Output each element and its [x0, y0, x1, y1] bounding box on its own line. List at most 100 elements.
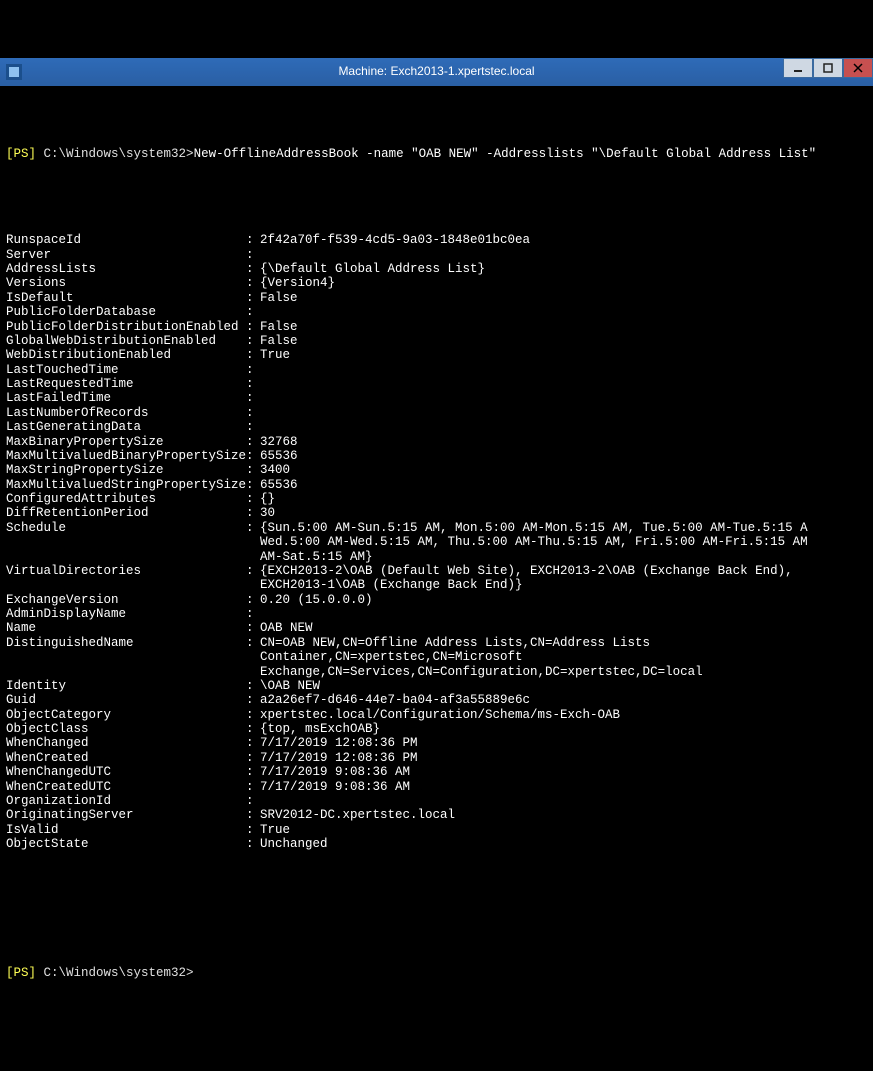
output-row: Server: [6, 248, 867, 262]
output-value: 7/17/2019 9:08:36 AM [260, 765, 867, 779]
output-colon: : [246, 391, 260, 405]
output-key: LastFailedTime [6, 391, 246, 405]
output-value [260, 406, 867, 420]
output-key: Identity [6, 679, 246, 693]
output-colon: : [246, 693, 260, 707]
output-colon: : [246, 348, 260, 362]
output-colon: : [246, 837, 260, 851]
output-value: a2a26ef7-d646-44e7-ba04-af3a55889e6c [260, 693, 867, 707]
output-row: Name: OAB NEW [6, 621, 867, 635]
output-row: MaxMultivaluedBinaryPropertySize: 65536 [6, 449, 867, 463]
output-row: WhenChanged: 7/17/2019 12:08:36 PM [6, 736, 867, 750]
output-row: WebDistributionEnabled: True [6, 348, 867, 362]
output-key: IsValid [6, 823, 246, 837]
output-continuation: AM-Sat.5:15 AM} [260, 550, 867, 564]
output-value: False [260, 334, 867, 348]
output-colon: : [246, 780, 260, 794]
output-key: VirtualDirectories [6, 564, 246, 578]
output-value [260, 248, 867, 262]
output-key: ObjectClass [6, 722, 246, 736]
output-key: WhenCreatedUTC [6, 780, 246, 794]
output-key: ConfiguredAttributes [6, 492, 246, 506]
output-row: DiffRetentionPeriod: 30 [6, 506, 867, 520]
output-row: LastGeneratingData: [6, 420, 867, 434]
output-key: OriginatingServer [6, 808, 246, 822]
output-key: ObjectCategory [6, 708, 246, 722]
window-titlebar: Machine: Exch2013-1.xpertstec.local [0, 58, 873, 86]
output-continuation: EXCH2013-1\OAB (Exchange Back End)} [260, 578, 867, 592]
output-value [260, 420, 867, 434]
output-colon: : [246, 334, 260, 348]
output-key: Versions [6, 276, 246, 290]
output-row: OrganizationId: [6, 794, 867, 808]
output-colon: : [246, 305, 260, 319]
output-key: WhenChanged [6, 736, 246, 750]
output-row: IsDefault: False [6, 291, 867, 305]
output-row: Versions: {Version4} [6, 276, 867, 290]
output-value: 30 [260, 506, 867, 520]
output-row: RunspaceId: 2f42a70f-f539-4cd5-9a03-1848… [6, 233, 867, 247]
output-key: LastRequestedTime [6, 377, 246, 391]
output-colon: : [246, 736, 260, 750]
output-value [260, 391, 867, 405]
output-value [260, 607, 867, 621]
output-value: 0.20 (15.0.0.0) [260, 593, 867, 607]
output-key: MaxMultivaluedBinaryPropertySize [6, 449, 246, 463]
output-key: WhenChangedUTC [6, 765, 246, 779]
output-colon: : [246, 262, 260, 276]
output-row: ObjectCategory: xpertstec.local/Configur… [6, 708, 867, 722]
output-colon: : [246, 636, 260, 650]
output-colon: : [246, 291, 260, 305]
output-colon: : [246, 808, 260, 822]
output-value [260, 305, 867, 319]
output-value: {} [260, 492, 867, 506]
output-colon: : [246, 463, 260, 477]
output-value: 65536 [260, 478, 867, 492]
output-colon: : [246, 607, 260, 621]
output-value: Unchanged [260, 837, 867, 851]
output-key: IsDefault [6, 291, 246, 305]
output-colon: : [246, 751, 260, 765]
output-colon: : [246, 823, 260, 837]
terminal-area[interactable]: [PS] C:\Windows\system32>New-OfflineAddr… [0, 114, 873, 999]
output-key: ObjectState [6, 837, 246, 851]
output-key: DistinguishedName [6, 636, 246, 650]
output-row: PublicFolderDatabase: [6, 305, 867, 319]
output-row: PublicFolderDistributionEnabled: False [6, 320, 867, 334]
output-colon: : [246, 679, 260, 693]
output-row: LastRequestedTime: [6, 377, 867, 391]
output-value: 3400 [260, 463, 867, 477]
output-key: GlobalWebDistributionEnabled [6, 334, 246, 348]
output-row: ConfiguredAttributes: {} [6, 492, 867, 506]
output-row: VirtualDirectories: {EXCH2013-2\OAB (Def… [6, 564, 867, 578]
output-row: DistinguishedName: CN=OAB NEW,CN=Offline… [6, 636, 867, 650]
command-text: New-OfflineAddressBook -name "OAB NEW" -… [194, 147, 817, 161]
output-key: AddressLists [6, 262, 246, 276]
output-key: Guid [6, 693, 246, 707]
output-row: MaxStringPropertySize: 3400 [6, 463, 867, 477]
output-value [260, 377, 867, 391]
output-row: AddressLists: {\Default Global Address L… [6, 262, 867, 276]
output-colon: : [246, 708, 260, 722]
output-row: Guid: a2a26ef7-d646-44e7-ba04-af3a55889e… [6, 693, 867, 707]
output-colon: : [246, 420, 260, 434]
output-value: SRV2012-DC.xpertstec.local [260, 808, 867, 822]
output-key: Name [6, 621, 246, 635]
output-colon: : [246, 435, 260, 449]
output-colon: : [246, 320, 260, 334]
output-colon: : [246, 492, 260, 506]
output-key: LastTouchedTime [6, 363, 246, 377]
output-value: \OAB NEW [260, 679, 867, 693]
output-colon: : [246, 363, 260, 377]
ps-tag: [PS] [6, 147, 36, 161]
output-row: AdminDisplayName: [6, 607, 867, 621]
output-row: IsValid: True [6, 823, 867, 837]
ps-path: C:\Windows\system32> [44, 147, 194, 161]
output-key: PublicFolderDatabase [6, 305, 246, 319]
output-key: Schedule [6, 521, 246, 535]
output-continuation: Wed.5:00 AM-Wed.5:15 AM, Thu.5:00 AM-Thu… [260, 535, 867, 549]
output-value [260, 794, 867, 808]
output-key: WhenCreated [6, 751, 246, 765]
output-colon: : [246, 765, 260, 779]
output-key: Server [6, 248, 246, 262]
